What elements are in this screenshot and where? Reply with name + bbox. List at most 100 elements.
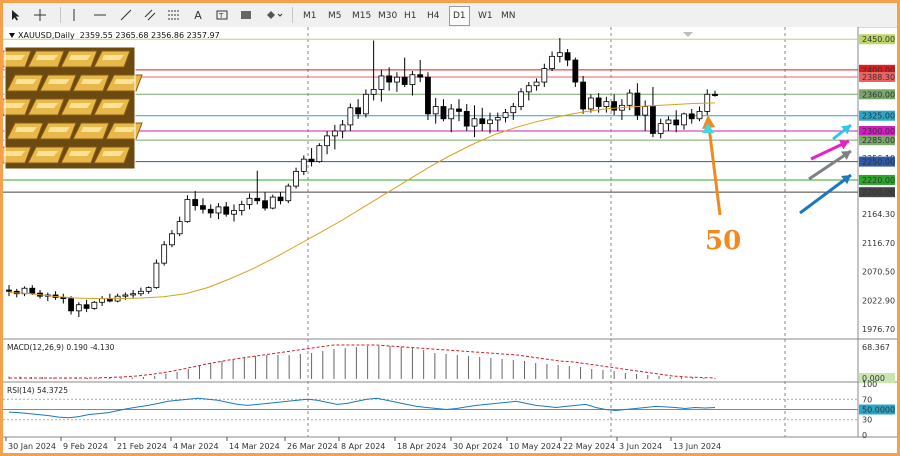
candle-body	[572, 59, 579, 83]
candle-body	[642, 106, 649, 116]
label-icon[interactable]: T	[215, 6, 229, 24]
candle-body	[696, 111, 703, 120]
candle-body	[75, 304, 82, 312]
candle-body	[137, 290, 144, 295]
candle-body	[207, 208, 214, 214]
candle-body	[145, 287, 152, 292]
level-price-label: 2360.00	[862, 90, 895, 99]
ohlc-values: 2359.55 2365.68 2356.86 2357.97	[79, 31, 220, 40]
candle-body	[456, 108, 462, 112]
date-tick-label: 3 Jun 2024	[619, 442, 662, 451]
candle-body	[308, 158, 315, 162]
candle-body	[285, 185, 292, 202]
candle-body	[176, 221, 183, 235]
rsi-axis-label: 0	[862, 431, 867, 440]
candle-body	[510, 106, 517, 114]
timeframe-d1[interactable]: D1	[449, 6, 470, 26]
text-tool-icon[interactable]: A	[191, 6, 205, 24]
candle-body	[595, 97, 602, 107]
candle-body	[68, 298, 74, 312]
cursor-icon[interactable]	[9, 6, 23, 24]
candle-body	[673, 119, 680, 126]
candle-body	[169, 233, 175, 246]
candle-body	[331, 130, 338, 137]
timeframe-m15[interactable]: M15	[348, 6, 375, 26]
candle-body	[440, 106, 447, 120]
price-tick-label: 2070.50	[862, 267, 895, 276]
candle-body	[463, 111, 470, 127]
price-tick-label: 2164.30	[862, 210, 895, 219]
timeframe-h4[interactable]: H4	[423, 6, 444, 26]
vertical-line-icon[interactable]	[67, 6, 81, 24]
candle-body	[339, 124, 346, 132]
candle-body	[277, 196, 284, 202]
candle-body	[502, 112, 509, 118]
candle-body	[246, 197, 253, 205]
timeframe-h1[interactable]: H1	[400, 6, 421, 26]
candle-body	[378, 75, 385, 90]
crosshair-icon[interactable]	[33, 6, 47, 24]
rsi-line	[8, 397, 716, 419]
date-tick-label: 18 Apr 2024	[397, 442, 446, 451]
date-tick-label: 9 Feb 2024	[63, 442, 108, 451]
candle-body	[370, 89, 377, 95]
candle-body	[200, 205, 206, 210]
level-price-label: 2450.00	[862, 35, 895, 44]
level-price-label: 2220.00	[862, 176, 895, 185]
candle-body	[432, 106, 439, 115]
symbol-label: XAUUSD,Daily	[18, 31, 75, 40]
price-tick-label: 2116.70	[862, 239, 895, 248]
candle-body	[626, 92, 633, 106]
rsi-axis-label: 30	[862, 416, 872, 425]
chart-window: A T M1 M5 M15 M30 H1 H4 D1 W1 MN 2164.30…	[3, 3, 897, 453]
timeframe-mn[interactable]: MN	[497, 6, 520, 26]
candle-body	[549, 55, 555, 70]
trendline-icon[interactable]	[119, 6, 133, 24]
candle-body	[6, 289, 12, 292]
candle-body	[471, 118, 478, 127]
candle-body	[494, 117, 501, 121]
candle-body	[681, 113, 687, 126]
price-tick-label: 1976.70	[862, 325, 895, 334]
shapes-dropdown-icon[interactable]	[265, 6, 285, 24]
candle-body	[362, 93, 369, 115]
level-price-label: 2285.00	[862, 136, 895, 145]
candle-body	[192, 199, 199, 207]
timeframe-m1[interactable]: M1	[299, 6, 321, 26]
candle-body	[254, 197, 261, 202]
level-price-label: 2325.00	[862, 112, 895, 121]
candle-body	[518, 91, 524, 107]
candle-body	[665, 119, 672, 125]
timeframe-w1[interactable]: W1	[474, 6, 497, 26]
candle-body	[231, 210, 237, 215]
candle-body	[91, 301, 98, 309]
timeframe-m30[interactable]: M30	[374, 6, 401, 26]
fibonacci-icon[interactable]	[167, 6, 181, 24]
candle-body	[525, 85, 532, 93]
date-tick-label: 8 Apr 2024	[341, 442, 385, 451]
candle-body	[650, 106, 656, 134]
candle-body	[487, 119, 493, 125]
candle-body	[184, 199, 191, 222]
candle-body	[556, 52, 563, 57]
macd-axis-label: 68.367	[862, 343, 890, 352]
horizontal-line-icon[interactable]	[93, 6, 107, 24]
channel-icon[interactable]	[143, 6, 157, 24]
candle-body	[533, 81, 540, 87]
chart-canvas[interactable]: 2164.302116.702070.502022.901976.702256.…	[3, 27, 897, 453]
candle-body	[657, 123, 664, 134]
candle-body	[161, 244, 168, 264]
candle-body	[29, 287, 36, 294]
chart-header: XAUUSD,Daily 2359.55 2365.68 2356.86 235…	[9, 31, 220, 40]
candle-body	[293, 170, 299, 187]
timeframe-m5[interactable]: M5	[324, 6, 346, 26]
candle-body	[215, 206, 222, 214]
candle-body	[394, 76, 400, 83]
gold-bars-image	[3, 46, 143, 170]
candle-body	[603, 101, 610, 107]
candle-body	[634, 92, 641, 116]
candle-body	[401, 76, 408, 85]
rectangle-icon[interactable]	[239, 6, 253, 24]
candle-body	[122, 294, 129, 297]
candle-body	[347, 107, 354, 126]
